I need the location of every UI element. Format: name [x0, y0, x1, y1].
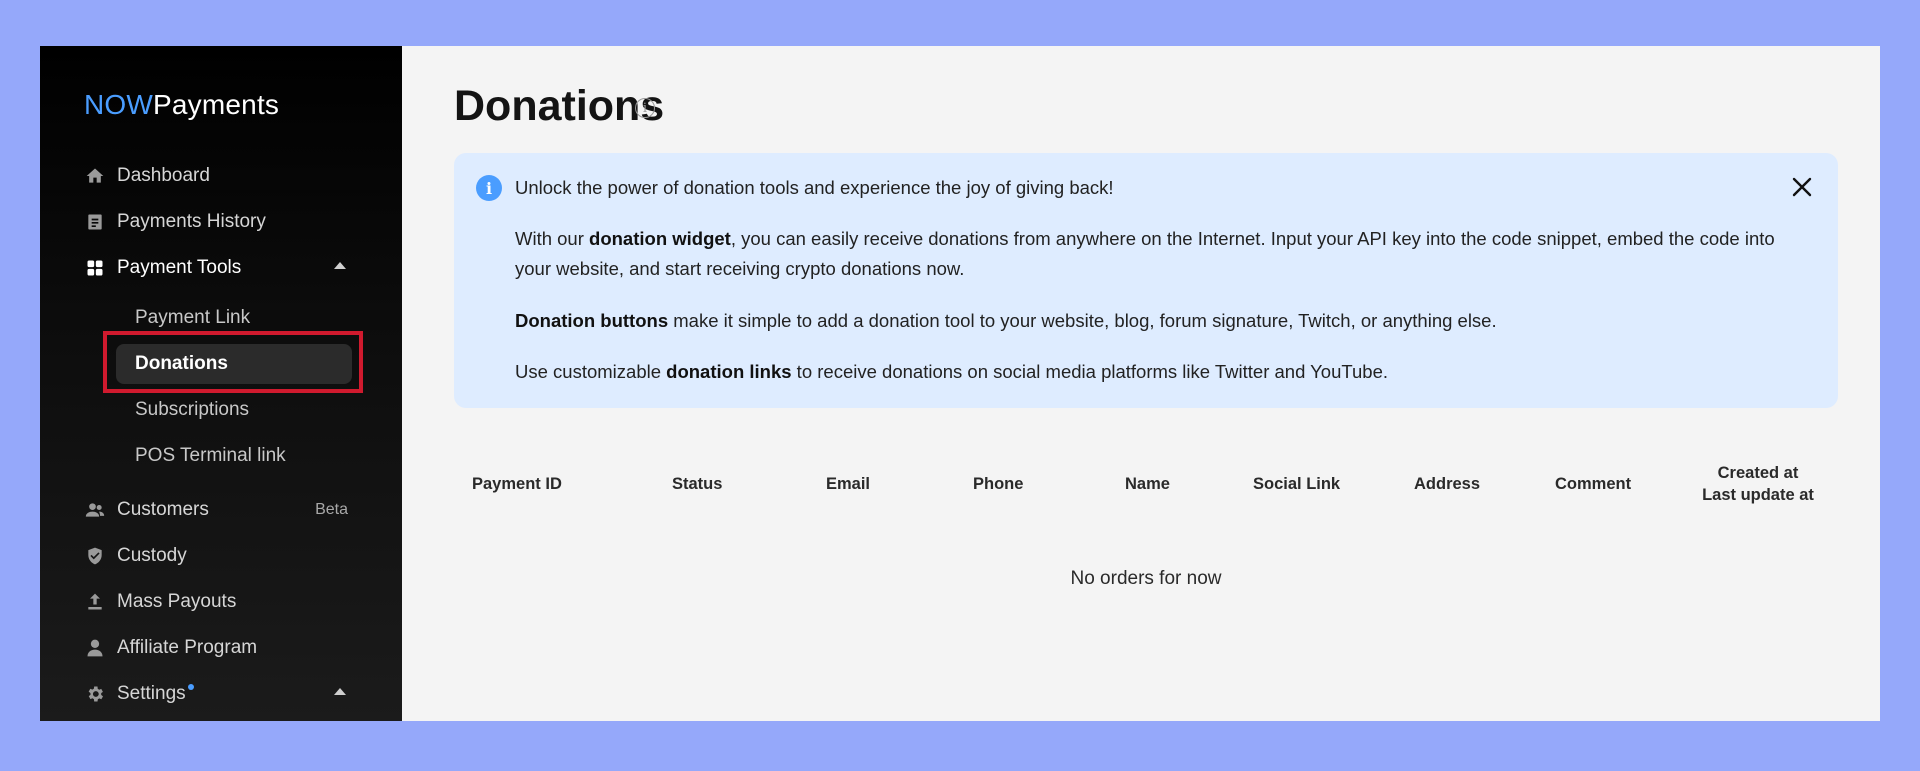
empty-state-text: No orders for now	[1070, 568, 1222, 589]
app-window: NOWPayments Dashboard Payments History P…	[40, 46, 1880, 721]
table-header: Payment ID Status Email Phone Name Socia…	[454, 454, 1838, 514]
shield-icon	[84, 545, 106, 567]
sidebar-item-settings[interactable]: Settings	[84, 676, 356, 712]
sidebar-item-payments-history[interactable]: Payments History	[84, 204, 356, 240]
column-email[interactable]: Email	[826, 473, 870, 495]
column-social-link[interactable]: Social Link	[1253, 473, 1340, 495]
sidebar-item-custody[interactable]: Custody	[84, 538, 356, 574]
column-payment-id[interactable]: Payment ID	[472, 473, 562, 495]
sidebar-subitem-label: POS Terminal link	[135, 445, 286, 466]
sidebar-item-payment-tools[interactable]: Payment Tools	[84, 250, 356, 286]
sidebar-subitem-payment-link[interactable]: Payment Link	[116, 298, 352, 338]
grid-icon	[84, 257, 106, 279]
logo-now: NOW	[84, 89, 154, 120]
column-phone[interactable]: Phone	[973, 473, 1023, 495]
column-comment[interactable]: Comment	[1555, 473, 1631, 495]
person-icon	[84, 637, 106, 659]
users-icon	[84, 499, 106, 521]
sidebar-item-dashboard[interactable]: Dashboard	[84, 158, 356, 194]
column-created-at: Created at	[1717, 464, 1799, 482]
sidebar-subitem-label: Subscriptions	[135, 399, 250, 420]
logo[interactable]: NOWPayments	[84, 89, 279, 121]
sidebar-item-customers[interactable]: Customers Beta	[84, 492, 356, 528]
sidebar: NOWPayments Dashboard Payments History P…	[40, 46, 402, 721]
info-icon: i	[476, 175, 502, 201]
main-content: Donations i i Unlock the power of donati…	[402, 46, 1880, 721]
chevron-up-icon[interactable]	[334, 262, 346, 269]
bold-donation-widget: donation widget	[589, 228, 731, 249]
banner-paragraph-widget: With our donation widget, you can easily…	[515, 228, 1775, 279]
page-title: Donations	[454, 82, 665, 130]
logo-payments: Payments	[153, 89, 280, 120]
sidebar-subitem-subscriptions[interactable]: Subscriptions	[116, 390, 352, 430]
sidebar-item-label: Customers	[117, 499, 209, 520]
column-name[interactable]: Name	[1125, 473, 1170, 495]
column-last-update-at: Last update at	[1702, 486, 1814, 504]
sidebar-subitem-pos-terminal-link[interactable]: POS Terminal link	[116, 436, 352, 476]
sidebar-item-label: Dashboard	[117, 165, 210, 186]
bold-donation-links: donation links	[666, 361, 792, 382]
document-icon	[84, 211, 106, 233]
info-banner: i Unlock the power of donation tools and…	[454, 153, 1838, 408]
gear-icon	[84, 683, 106, 705]
beta-badge: Beta	[315, 501, 348, 518]
notification-dot	[187, 684, 194, 690]
sidebar-subitem-label: Donations	[135, 353, 228, 374]
sidebar-item-affiliate-program[interactable]: Affiliate Program	[84, 630, 356, 666]
column-dates[interactable]: Created at Last update at	[1688, 462, 1828, 506]
banner-paragraph-links: Use customizable donation links to recei…	[515, 361, 1389, 382]
info-icon[interactable]: i	[635, 98, 655, 118]
banner-paragraph-buttons: Donation buttons make it simple to add a…	[515, 310, 1497, 331]
column-address[interactable]: Address	[1414, 473, 1480, 495]
chevron-up-icon[interactable]	[334, 688, 346, 695]
sidebar-item-label: Mass Payouts	[117, 591, 237, 612]
column-status[interactable]: Status	[672, 473, 722, 495]
sidebar-subitem-donations[interactable]: Donations	[116, 344, 352, 384]
bold-donation-buttons: Donation buttons	[515, 310, 669, 331]
banner-headline: Unlock the power of donation tools and e…	[515, 177, 1114, 198]
sidebar-item-mass-payouts[interactable]: Mass Payouts	[84, 584, 356, 620]
sidebar-item-label: Payments History	[117, 211, 266, 232]
sidebar-item-label: Custody	[117, 545, 187, 566]
sidebar-item-label: Payment Tools	[117, 257, 242, 278]
sidebar-subitem-label: Payment Link	[135, 307, 251, 328]
sidebar-item-label: Settings	[117, 683, 186, 704]
sidebar-item-label: Affiliate Program	[117, 637, 258, 658]
upload-icon	[84, 591, 106, 613]
home-icon	[84, 165, 106, 187]
close-icon[interactable]	[1788, 173, 1816, 201]
